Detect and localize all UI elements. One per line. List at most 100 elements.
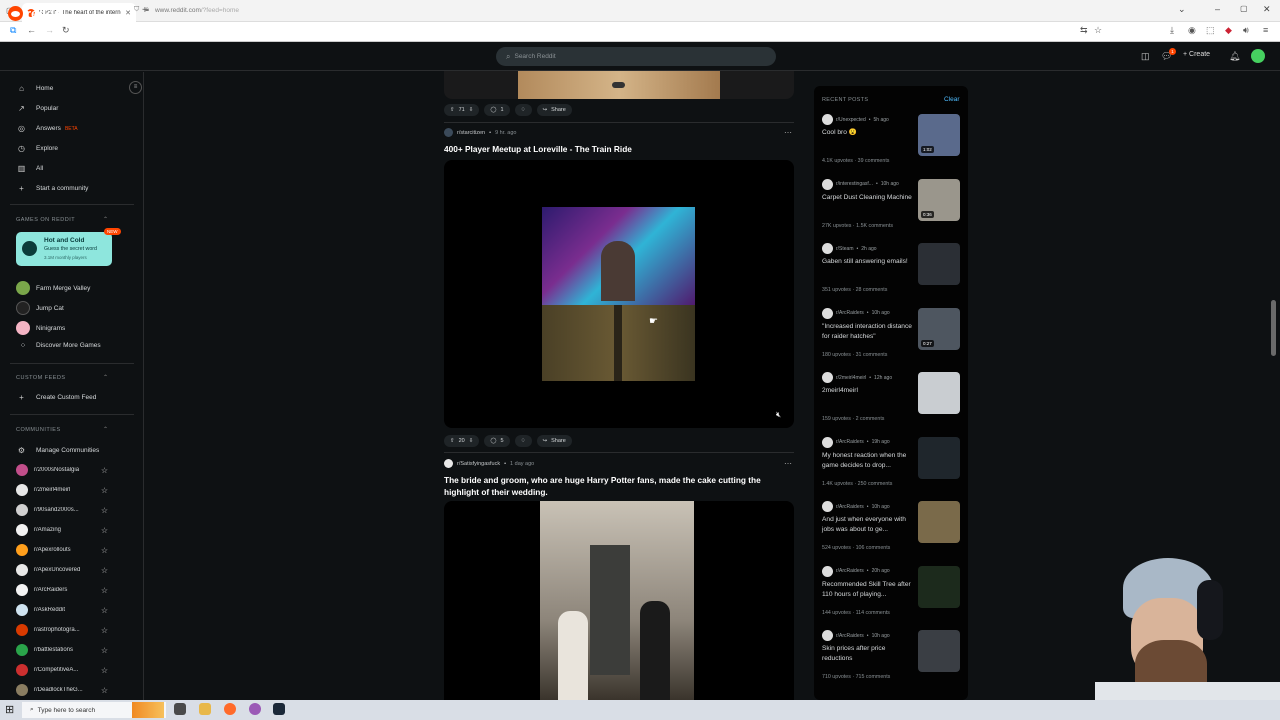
favorite-star-icon[interactable]: ☆ <box>101 646 108 655</box>
favorite-star-icon[interactable]: ☆ <box>101 686 108 695</box>
url-field[interactable]: ⛉ 🔒︎ www.reddit.com/?feed=home <box>134 3 1109 17</box>
vote-control[interactable]: ⇧ 20 ⇩ <box>444 435 480 447</box>
share-button[interactable]: ↪ Share <box>536 435 572 447</box>
chevron-up-icon[interactable]: ⌃ <box>103 216 108 223</box>
recent-post-item[interactable]: r/Steam • 2h ago Gaben still answering emai… <box>822 243 962 303</box>
favorite-star-icon[interactable]: ☆ <box>101 546 108 555</box>
bookmark-star-icon[interactable]: ☆ <box>1094 25 1102 36</box>
advertise-icon[interactable]: ◫ <box>1141 51 1150 62</box>
recent-post-item[interactable]: r/ArcRaiders • 10h ago "Increased interacti… <box>822 307 962 368</box>
sidebar-item-answers[interactable]: ◎ Answers BETA <box>16 124 78 133</box>
video-player[interactable] <box>444 501 794 700</box>
collapse-sidebar-icon[interactable]: ≡ <box>129 81 142 94</box>
sidebar-item-home[interactable]: ⌂ Home <box>16 84 53 93</box>
discover-games-link[interactable]: ⁘ Discover More Games <box>16 341 101 350</box>
chevron-up-icon[interactable]: ⌃ <box>103 374 108 381</box>
recent-title[interactable]: "Increased interaction distance for raid… <box>822 322 914 342</box>
recent-subreddit[interactable]: r/Unexpected <box>836 117 866 123</box>
post-media[interactable] <box>444 71 794 99</box>
community-item[interactable]: r/AskReddit ☆ <box>16 604 108 616</box>
more-options-icon[interactable]: ⋯ <box>784 128 792 137</box>
post-title[interactable]: 400+ Player Meetup at Loreville - The Tr… <box>444 143 784 155</box>
menu-icon[interactable]: ≡ <box>1263 25 1268 35</box>
community-item[interactable]: r/2000sNostalgia ☆ <box>16 464 108 476</box>
sidebar-item-all[interactable]: ▥ All <box>16 164 44 173</box>
user-avatar[interactable] <box>1251 49 1265 63</box>
chevron-up-icon[interactable]: ⌃ <box>103 426 108 433</box>
vpn-icon[interactable]: ◉ <box>1188 25 1196 36</box>
community-item[interactable]: r/CompetitiveA... ☆ <box>16 664 108 676</box>
manage-communities-item[interactable]: ⚙ Manage Communities <box>16 446 99 455</box>
recent-thumbnail[interactable]: 0:27 <box>918 307 960 350</box>
recent-subreddit[interactable]: r/ArcRaiders <box>836 568 864 574</box>
recent-subreddit[interactable]: r/ArcRaiders <box>836 310 864 316</box>
recent-subreddit[interactable]: r/ArcRaiders <box>836 504 864 510</box>
close-icon[interactable]: ✕ <box>1263 4 1271 15</box>
recent-post-item[interactable]: r/ArcRaiders • 20h ago Recommended Skill Tr… <box>822 565 962 626</box>
recent-title[interactable]: Skin prices after price reductions <box>822 644 914 664</box>
subreddit-link[interactable]: r/Satisfyingasfuck <box>457 461 500 467</box>
community-item[interactable]: r/Amazing ☆ <box>16 524 108 536</box>
recent-post-item[interactable]: r/2meirl4meirl • 12h ago 2meirl4meirl 159 up… <box>822 372 962 432</box>
create-button[interactable]: + Create <box>1183 51 1210 58</box>
recent-subreddit[interactable]: r/ArcRaiders <box>836 439 864 445</box>
extension-icon[interactable]: ⧉ <box>10 25 16 36</box>
firefox-icon[interactable] <box>224 703 236 715</box>
recent-title[interactable]: My honest reaction when the game decides… <box>822 451 914 471</box>
recent-thumbnail[interactable] <box>918 565 960 608</box>
favorite-star-icon[interactable]: ☆ <box>101 486 108 495</box>
favorite-star-icon[interactable]: ☆ <box>101 586 108 595</box>
windows-start-icon[interactable]: ⊞ <box>5 703 14 716</box>
back-icon[interactable]: ← <box>27 25 36 35</box>
sidebar-item-start-community[interactable]: + Start a community <box>16 184 88 193</box>
vote-control[interactable]: ⇧ 71 ⇩ <box>444 104 480 116</box>
forward-icon[interactable]: → <box>45 25 54 35</box>
subreddit-link[interactable]: r/starcitizen <box>457 130 485 136</box>
search-input[interactable]: ⌕ Search Reddit <box>496 47 776 66</box>
download-icon[interactable]: ⤓ <box>1170 25 1174 36</box>
recent-subreddit[interactable]: r/interestingasf... <box>836 181 873 187</box>
minimize-icon[interactable]: – <box>1215 4 1220 14</box>
community-item[interactable]: r/2meirl4meirl ☆ <box>16 484 108 496</box>
file-explorer-icon[interactable] <box>199 703 211 715</box>
audio-icon[interactable]: 🔊︎ <box>1243 25 1249 36</box>
reload-icon[interactable]: ↻ <box>62 25 70 36</box>
favorite-star-icon[interactable]: ☆ <box>101 526 108 535</box>
recent-thumbnail[interactable] <box>918 372 960 414</box>
downvote-icon[interactable]: ⇩ <box>469 107 474 113</box>
profile-icon[interactable]: ◆ <box>1225 25 1232 36</box>
favorite-star-icon[interactable]: ☆ <box>101 506 108 515</box>
favorite-star-icon[interactable]: ☆ <box>101 466 108 475</box>
share-button[interactable]: ↪ Share <box>536 104 572 116</box>
community-item[interactable]: r/astrophotogra... ☆ <box>16 624 108 636</box>
recent-thumbnail[interactable] <box>918 436 960 479</box>
community-item[interactable]: r/DeadlockTheG... ☆ <box>16 684 108 696</box>
games-section-header[interactable]: GAMES ON REDDIT <box>16 217 75 223</box>
recent-thumbnail[interactable] <box>918 501 960 543</box>
window-minimize-icon[interactable]: ⌄ <box>1178 4 1186 15</box>
recent-title[interactable]: Recommended Skill Tree after 110 hours o… <box>822 580 914 600</box>
post-title[interactable]: The bride and groom, who are huge Harry … <box>444 474 784 498</box>
recent-thumbnail[interactable] <box>918 243 960 285</box>
award-button[interactable]: ♢ <box>514 104 532 116</box>
community-item[interactable]: r/ApexUncovered ☆ <box>16 564 108 576</box>
comments-button[interactable]: ◯ 5 <box>484 435 510 447</box>
recent-title[interactable]: Carpet Dust Cleaning Machine <box>822 193 914 203</box>
steam-icon[interactable] <box>273 703 285 715</box>
community-item[interactable]: r/Apexrollouts ☆ <box>16 544 108 556</box>
recent-subreddit[interactable]: r/Steam <box>836 246 854 252</box>
favorite-star-icon[interactable]: ☆ <box>101 566 108 575</box>
downvote-icon[interactable]: ⇩ <box>469 438 474 444</box>
sidebar-item-explore[interactable]: ◷ Explore <box>16 144 58 153</box>
recent-title[interactable]: 2meirl4meirl <box>822 386 914 396</box>
subreddit-avatar[interactable] <box>444 459 453 468</box>
recent-title[interactable]: Cool bro 😮 <box>822 128 914 138</box>
comments-button[interactable]: ◯ 1 <box>484 104 510 116</box>
recent-post-item[interactable]: r/ArcRaiders • 10h ago Skin prices after pr… <box>822 630 962 690</box>
game-item[interactable]: Farm Merge Valley <box>16 281 90 295</box>
create-custom-feed-item[interactable]: + Create Custom Feed <box>16 393 96 402</box>
favorite-star-icon[interactable]: ☆ <box>101 606 108 615</box>
reddit-logo[interactable]: reddit <box>8 6 62 21</box>
recent-post-item[interactable]: r/ArcRaiders • 19h ago My honest reaction w… <box>822 436 962 497</box>
bell-icon[interactable]: 🔔︎ <box>1229 51 1240 62</box>
